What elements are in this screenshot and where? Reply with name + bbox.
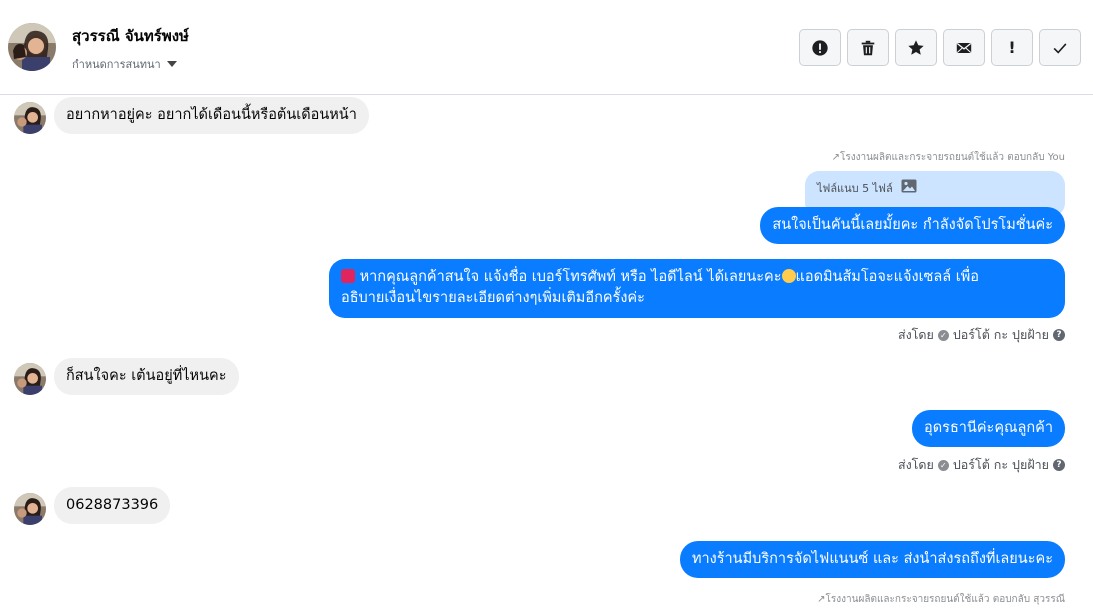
caret-down-icon — [166, 61, 177, 67]
message-text-line: แอดมินส้มโอจะแจ้งเซลล์ เพื่อ — [795, 269, 979, 285]
telephone-emoji-icon — [341, 269, 355, 283]
important-button[interactable]: ! — [991, 29, 1033, 66]
star-button[interactable] — [895, 29, 937, 66]
envelope-icon — [956, 42, 972, 53]
message-text-line: หากคุณลูกค้าสนใจ แจ้งชื่อ เบอร์โทรศัพท์ … — [359, 269, 782, 285]
sent-by-indicator: ส่งโดย ✓ ปอร์โต้ กะ ปุยฝ้าย ? — [898, 455, 1065, 475]
sent-by-indicator: ส่งโดย ✓ ปอร์โต้ กะ ปุยฝ้าย ? — [898, 325, 1065, 345]
exclamation-icon: ! — [1008, 38, 1016, 57]
contact-avatar-small[interactable] — [14, 493, 46, 525]
header-actions: ! — [799, 29, 1081, 66]
sender-name[interactable]: ปอร์โต้ กะ ปุยฝ้าย — [953, 325, 1049, 345]
conversation-settings-label: กำหนดการสนทนา — [72, 58, 161, 71]
incoming-message[interactable]: ก็สนใจคะ เต้นอยู่ที่ไหนคะ — [54, 358, 239, 395]
contact-avatar-small[interactable] — [14, 363, 46, 395]
alert-circle-icon — [812, 39, 828, 56]
trash-icon — [861, 40, 875, 55]
contact-avatar-small[interactable] — [14, 102, 46, 134]
verified-check-icon: ✓ — [937, 329, 949, 341]
star-icon — [908, 39, 924, 55]
conversation-header: สุวรรณี จันทร์พงษ์ กำหนดการสนทนา ! — [0, 0, 1093, 95]
image-icon — [901, 179, 917, 193]
outgoing-message[interactable]: อุดรธานีค่ะคุณลูกค้า — [912, 410, 1065, 447]
verified-check-icon: ✓ — [937, 459, 949, 471]
sent-by-label: ส่งโดย — [897, 457, 934, 472]
checkmark-icon — [1053, 42, 1067, 54]
reply-context-note: ↗โรงงานผลิตและกระจายรถยนต์ใช้แล้ว ตอบกลั… — [817, 594, 1065, 605]
reply-context-note: ↗โรงงานผลิตและกระจายรถยนต์ใช้แล้ว ตอบกลั… — [831, 152, 1065, 163]
conversation-settings-dropdown[interactable]: กำหนดการสนทนา — [72, 55, 177, 73]
outgoing-message[interactable]: สนใจเป็นคันนี้เลยมั้ยคะ กำลังจัดโปรโมชั่… — [760, 207, 1065, 244]
incoming-message[interactable]: 0628873396 — [54, 487, 171, 524]
report-spam-button[interactable] — [799, 29, 841, 66]
attachment-label: ไฟล์แนบ 5 ไฟล์ — [817, 182, 893, 195]
help-question-icon[interactable]: ? — [1053, 329, 1065, 341]
help-question-icon[interactable]: ? — [1053, 459, 1065, 471]
outgoing-message[interactable]: หากคุณลูกค้าสนใจ แจ้งชื่อ เบอร์โทรศัพท์ … — [329, 259, 1065, 318]
message-text-line: อธิบายเงื่อนไขรายละเอียดต่างๆเพิ่มเติมอี… — [341, 290, 645, 306]
incoming-message[interactable]: อยากหาอยู่คะ อยากได้เดือนนี้หรือต้นเดือน… — [54, 97, 369, 134]
sent-by-label: ส่งโดย — [897, 327, 934, 342]
mark-unread-button[interactable] — [943, 29, 985, 66]
sender-name[interactable]: ปอร์โต้ กะ ปุยฝ้าย — [953, 455, 1049, 475]
mark-done-button[interactable] — [1039, 29, 1081, 66]
outgoing-message[interactable]: ทางร้านมีบริการจัดไฟแนนซ์ และ ส่งนำส่งรถ… — [679, 541, 1065, 578]
smiling-hearts-emoji-icon — [781, 269, 796, 283]
delete-button[interactable] — [847, 29, 889, 66]
contact-avatar[interactable] — [8, 23, 56, 71]
contact-name[interactable]: สุวรรณี จันทร์พงษ์ — [72, 24, 189, 48]
